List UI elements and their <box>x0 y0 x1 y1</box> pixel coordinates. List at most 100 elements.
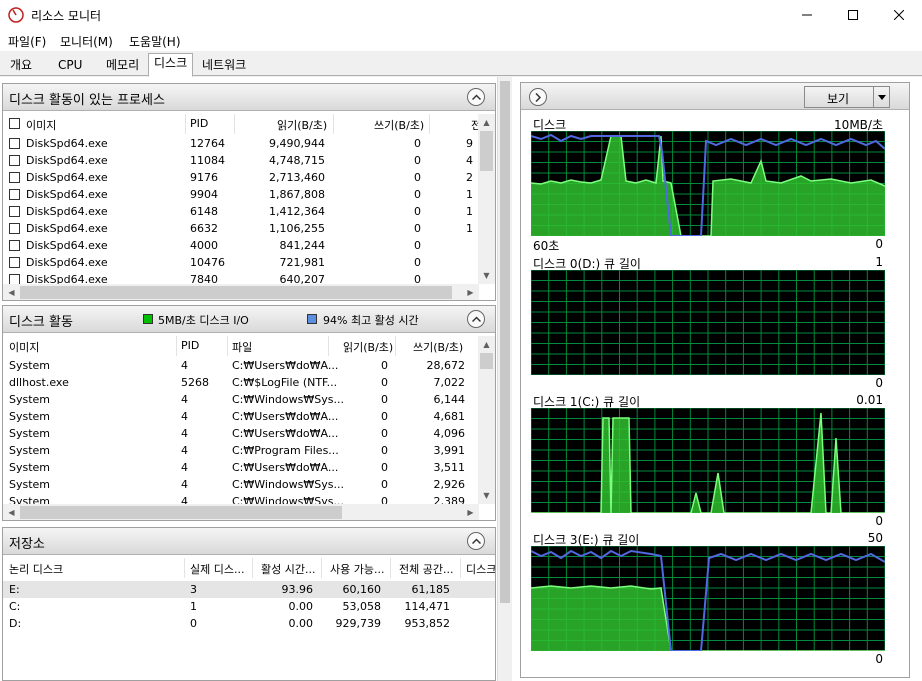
disk-activity-header[interactable]: 디스크 활동 5MB/초 디스크 I/O 94% 최고 활성 시간 <box>3 306 495 333</box>
scroll-thumb[interactable] <box>480 131 493 171</box>
row-checkbox[interactable] <box>9 223 20 234</box>
table-row[interactable]: C: 1 0.00 53,058 114,471 <box>3 598 495 615</box>
col-write[interactable]: 쓰기(B/초) <box>413 339 463 355</box>
cell-pid: 4 <box>181 478 188 491</box>
table-row[interactable]: dllhost.exe 5268 C:₩$LogFile (NTF... 0 7,022 <box>3 374 479 391</box>
col-total-space[interactable]: 전체 공간... <box>399 561 453 577</box>
cell-image: DiskSpd64.exe <box>26 239 108 252</box>
col-image[interactable]: 이미지 <box>9 339 39 355</box>
row-checkbox[interactable] <box>9 172 20 183</box>
table-row[interactable]: DiskSpd64.exe 4000 841,244 0 <box>3 237 479 254</box>
column-divider[interactable] <box>460 558 461 578</box>
table-row[interactable]: System 4 C:₩Windows₩Sys... 0 6,144 <box>3 391 479 408</box>
column-divider[interactable] <box>333 114 334 134</box>
scroll-up-icon[interactable]: ▲ <box>478 114 495 131</box>
table-row[interactable]: System 4 C:₩Users₩do₩A... 0 3,511 <box>3 459 479 476</box>
tab-overview[interactable]: 개요 <box>4 55 38 76</box>
table-row[interactable]: DiskSpd64.exe 9176 2,713,460 0 2 <box>3 169 479 186</box>
expand-button[interactable] <box>529 88 547 106</box>
scroll-thumb[interactable] <box>20 286 452 299</box>
column-divider[interactable] <box>252 558 253 578</box>
active-time-legend-swatch <box>307 314 317 324</box>
col-logical-disk[interactable]: 논리 디스크 <box>9 561 63 577</box>
cell-write: 0 <box>414 205 421 218</box>
col-image[interactable]: 이미지 <box>26 117 56 133</box>
storage-header[interactable]: 저장소 <box>3 528 495 555</box>
scroll-thumb[interactable] <box>480 353 493 369</box>
table-row[interactable]: System 4 C:₩Users₩do₩A... 0 4,096 <box>3 425 479 442</box>
minimize-button[interactable] <box>784 0 830 30</box>
scroll-up-icon[interactable]: ▲ <box>478 336 495 353</box>
tab-network[interactable]: 네트워크 <box>196 55 252 76</box>
dropdown-arrow-icon[interactable] <box>873 87 889 107</box>
col-read[interactable]: 읽기(B/초) <box>277 117 327 133</box>
column-divider[interactable] <box>395 336 396 356</box>
column-divider[interactable] <box>390 558 391 578</box>
table-row[interactable]: DiskSpd64.exe 6148 1,412,364 0 1 <box>3 203 479 220</box>
column-divider[interactable] <box>429 114 430 134</box>
scroll-down-icon[interactable]: ▼ <box>478 267 495 284</box>
row-checkbox[interactable] <box>9 189 20 200</box>
col-file[interactable]: 파일 <box>232 339 252 355</box>
column-divider[interactable] <box>185 114 186 134</box>
menu-monitor[interactable]: 모니터(M) <box>60 33 113 50</box>
column-divider[interactable] <box>184 558 185 578</box>
table-row[interactable]: System 4 C:₩Users₩do₩A... 0 28,672 <box>3 357 479 374</box>
col-disk[interactable]: 디스크 <box>466 561 495 577</box>
processes-vscroll[interactable]: ▲ ▼ <box>478 114 495 284</box>
column-divider[interactable] <box>321 558 322 578</box>
table-row[interactable]: DiskSpd64.exe 10476 721,981 0 <box>3 254 479 271</box>
scroll-down-icon[interactable]: ▼ <box>478 487 495 504</box>
col-pid[interactable]: PID <box>190 117 208 130</box>
col-available[interactable]: 사용 가능... <box>330 561 384 577</box>
collapse-button[interactable] <box>467 88 485 106</box>
table-row[interactable]: D: 0 0.00 929,739 953,852 <box>3 615 495 632</box>
cell-total: 1 <box>466 222 473 235</box>
tab-disk[interactable]: 디스크 <box>148 53 194 77</box>
table-row[interactable]: System 4 C:₩Windows₩Sys... 0 2,926 <box>3 476 479 493</box>
scroll-thumb[interactable] <box>500 81 510 603</box>
column-divider[interactable] <box>227 336 228 356</box>
column-divider[interactable] <box>328 336 329 356</box>
scroll-right-icon[interactable]: ▶ <box>462 504 479 520</box>
close-button[interactable] <box>876 0 922 30</box>
table-row[interactable]: DiskSpd64.exe 9904 1,867,808 0 1 <box>3 186 479 203</box>
col-pid[interactable]: PID <box>181 339 199 352</box>
row-checkbox[interactable] <box>9 206 20 217</box>
scroll-left-icon[interactable]: ◀ <box>3 504 20 520</box>
scroll-left-icon[interactable]: ◀ <box>3 284 20 300</box>
column-divider[interactable] <box>176 336 177 356</box>
collapse-button[interactable] <box>467 532 485 550</box>
column-divider[interactable] <box>234 114 235 134</box>
row-checkbox[interactable] <box>9 155 20 166</box>
row-checkbox[interactable] <box>9 240 20 251</box>
table-row[interactable]: DiskSpd64.exe 6632 1,106,255 0 1 <box>3 220 479 237</box>
table-row[interactable]: DiskSpd64.exe 11084 4,748,715 0 4 <box>3 152 479 169</box>
menu-file[interactable]: 파일(F) <box>8 33 46 50</box>
maximize-button[interactable] <box>830 0 876 30</box>
collapse-button[interactable] <box>467 310 485 328</box>
view-button[interactable]: 보기 <box>804 86 890 108</box>
left-pane-vscroll[interactable] <box>497 77 512 681</box>
col-read[interactable]: 읽기(B/초) <box>343 339 393 355</box>
col-physical-disk[interactable]: 실제 디스... <box>190 561 244 577</box>
cell-total: 4 <box>466 154 473 167</box>
scroll-thumb[interactable] <box>20 506 342 519</box>
select-all-checkbox[interactable] <box>9 118 20 129</box>
col-write[interactable]: 쓰기(B/초) <box>374 117 424 133</box>
processes-header[interactable]: 디스크 활동이 있는 프로세스 <box>3 84 495 111</box>
table-row[interactable]: DiskSpd64.exe 12764 9,490,944 0 9 <box>3 135 479 152</box>
col-active-time[interactable]: 활성 시간... <box>261 561 315 577</box>
disk-activity-hscroll[interactable]: ◀ ▶ <box>3 504 479 520</box>
row-checkbox[interactable] <box>9 257 20 268</box>
row-checkbox[interactable] <box>9 138 20 149</box>
table-row[interactable]: System 4 C:₩Program Files... 0 3,991 <box>3 442 479 459</box>
table-row[interactable]: E: 3 93.96 60,160 61,185 <box>3 581 495 598</box>
table-row[interactable]: System 4 C:₩Users₩do₩A... 0 4,681 <box>3 408 479 425</box>
processes-hscroll[interactable]: ◀ ▶ <box>3 284 479 300</box>
disk-activity-vscroll[interactable]: ▲ ▼ <box>478 336 495 504</box>
tab-cpu[interactable]: CPU <box>52 55 88 76</box>
scroll-right-icon[interactable]: ▶ <box>462 284 479 300</box>
tab-memory[interactable]: 메모리 <box>100 55 145 76</box>
menu-help[interactable]: 도움말(H) <box>129 33 181 50</box>
